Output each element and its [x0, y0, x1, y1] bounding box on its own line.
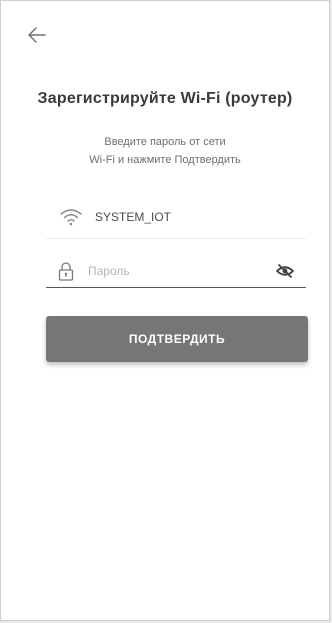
lock-icon	[54, 259, 78, 283]
arrow-left-icon	[28, 27, 46, 43]
divider	[46, 238, 306, 239]
instructions-text: Введите пароль от сети Wi-Fi и нажмите П…	[1, 133, 329, 169]
password-input[interactable]	[88, 263, 272, 278]
page-title: Зарегистрируйте Wi-Fi (роутер)	[37, 90, 293, 107]
confirm-button[interactable]: ПОДТВЕРДИТЬ	[46, 316, 308, 362]
wifi-icon	[60, 209, 82, 226]
instructions-line-1: Введите пароль от сети	[104, 136, 226, 148]
instructions-line-2: Wi-Fi и нажмите Подтвердить	[89, 154, 241, 166]
password-field[interactable]	[46, 254, 306, 288]
wifi-ssid: SYSTEM_IOT	[95, 210, 172, 224]
wifi-network-row: SYSTEM_IOT	[59, 204, 309, 230]
eye-off-icon[interactable]	[272, 258, 298, 284]
screen: Зарегистрируйте Wi-Fi (роутер) Введите п…	[0, 0, 330, 621]
back-button[interactable]	[23, 21, 51, 49]
